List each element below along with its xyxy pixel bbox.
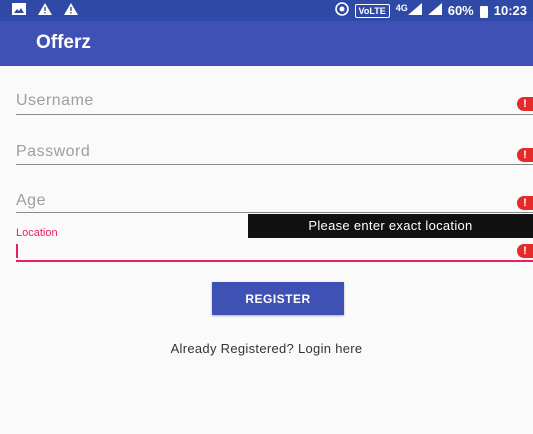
age-placeholder: Age (16, 192, 46, 209)
username-underline (16, 114, 533, 115)
signal-icon: 4G (396, 3, 422, 18)
battery-percent: 60% (447, 3, 474, 18)
age-underline (16, 212, 533, 213)
username-placeholder: Username (16, 92, 94, 109)
register-button[interactable]: REGISTER (212, 282, 344, 315)
system-icons: VoLTE 4G 60% 10:23 (334, 2, 527, 19)
password-underline (16, 164, 533, 165)
network-type-label: 4G (395, 3, 408, 13)
error-icon[interactable]: ! (517, 148, 533, 162)
clock: 10:23 (493, 3, 527, 18)
status-bar: VoLTE 4G 60% 10:23 (0, 0, 533, 21)
password-field[interactable]: Password ! (16, 143, 533, 169)
notification-icons (12, 3, 78, 18)
error-icon[interactable]: ! (517, 196, 533, 210)
error-icon[interactable]: ! (517, 244, 533, 258)
volte-badge: VoLTE (354, 3, 390, 18)
location-underline (16, 260, 533, 262)
login-link[interactable]: Already Registered? Login here (0, 341, 533, 356)
location-floating-label: Location (16, 227, 58, 239)
signal-icon (427, 3, 442, 18)
location-field[interactable]: ! (16, 244, 533, 260)
hotspot-icon (334, 2, 349, 19)
warning-icon (38, 3, 52, 18)
error-icon[interactable]: ! (517, 97, 533, 111)
image-icon (12, 3, 26, 18)
app-bar: Offerz (0, 21, 533, 66)
warning-icon (64, 3, 78, 18)
password-placeholder: Password (16, 143, 91, 160)
error-tooltip: Please enter exact location (248, 214, 533, 238)
battery-icon (479, 5, 488, 18)
app-title: Offerz (36, 32, 91, 53)
username-field[interactable]: Username ! (16, 92, 533, 118)
